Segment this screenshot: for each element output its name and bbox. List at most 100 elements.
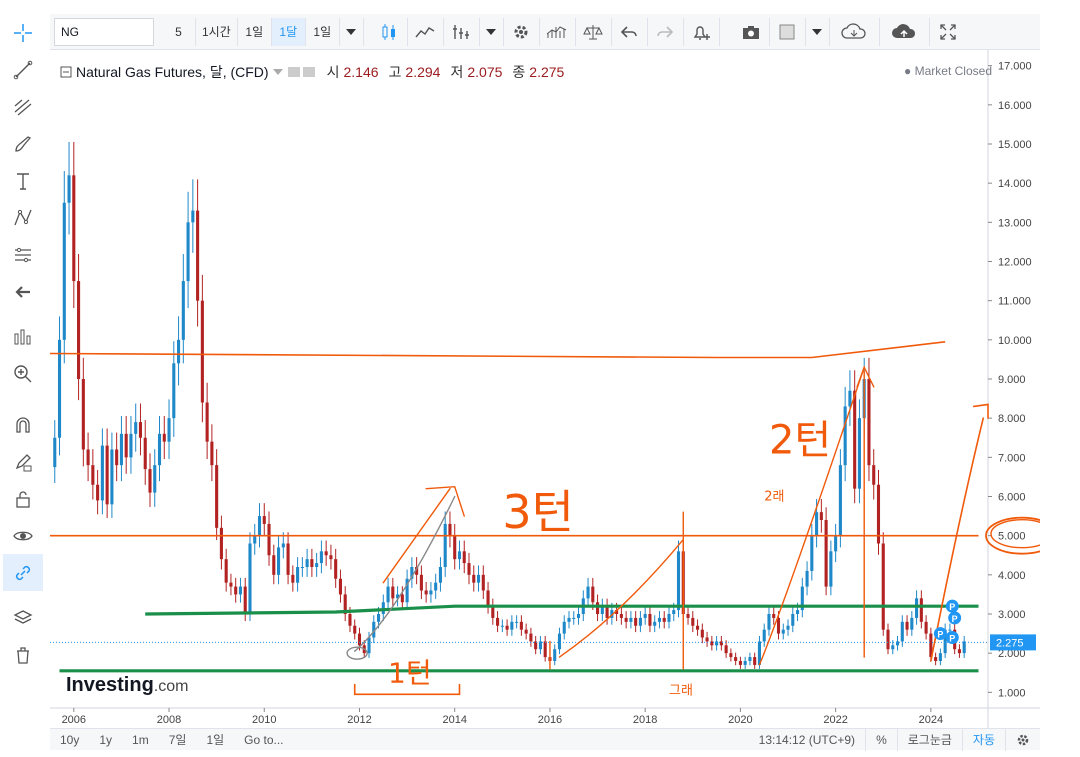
trend-line-icon[interactable] <box>3 51 43 88</box>
range-10y[interactable]: 10y <box>50 729 89 751</box>
crosshair-icon[interactable] <box>3 14 43 51</box>
candle-body <box>510 621 514 630</box>
candle-body <box>105 445 109 505</box>
chevron-down-icon[interactable] <box>806 17 830 46</box>
fullscreen-icon[interactable] <box>930 18 966 46</box>
candle-body <box>562 621 566 634</box>
candle-body <box>319 551 323 564</box>
area-chart-icon[interactable] <box>408 17 444 46</box>
gear-icon[interactable] <box>1005 728 1040 751</box>
cloud-upload-icon[interactable] <box>880 17 930 46</box>
annotation-small-2: 2래 <box>764 489 784 504</box>
bottom-toolbar: 10y 1y 1m 7일 1일 Go to... 13:14:12 (UTC+9… <box>50 728 1040 751</box>
candle-body <box>791 614 795 626</box>
interval-1h[interactable]: 1시간 <box>196 17 238 46</box>
unlock-icon[interactable] <box>3 480 43 517</box>
compare-scale-icon[interactable] <box>576 17 612 46</box>
y-tick-label: 9.000 <box>998 374 1026 386</box>
gear-icon[interactable] <box>504 17 540 46</box>
range-1d[interactable]: 1일 <box>196 729 234 751</box>
candle-body <box>634 617 638 626</box>
chart-area[interactable]: 1.000 2.000 3.000 4.000 5.000 6.000 7.000 8.000… <box>50 50 1040 728</box>
lock-pencil-icon[interactable] <box>3 443 43 480</box>
candle-body <box>724 645 728 654</box>
goto-button[interactable]: Go to... <box>234 729 293 751</box>
event-marker-label: P <box>952 614 958 624</box>
candle-body <box>429 590 433 595</box>
measure-icon[interactable] <box>3 318 43 355</box>
brush-icon[interactable] <box>3 125 43 162</box>
candle-body <box>53 437 57 468</box>
top-toolbar: NG 5 1시간 1일 1달 1일 <box>50 14 1040 50</box>
auto-scale-toggle[interactable]: 자동 <box>961 728 1005 751</box>
candle-body <box>496 617 500 626</box>
candle-body <box>386 586 390 603</box>
candle-body <box>281 543 285 548</box>
candle-body <box>219 527 223 560</box>
cloud-download-icon[interactable] <box>830 17 880 46</box>
collapse-icon[interactable] <box>60 66 72 78</box>
candle-body <box>262 516 266 524</box>
interval-5m[interactable]: 5 <box>162 17 196 46</box>
back-arrow-icon[interactable] <box>3 273 43 310</box>
alert-bell-icon[interactable] <box>684 17 720 46</box>
candle-body <box>315 563 319 567</box>
chevron-down-icon[interactable] <box>480 17 504 46</box>
candle-body <box>748 657 752 661</box>
trash-icon[interactable] <box>3 636 43 673</box>
candle-body <box>815 512 819 536</box>
symbol-input[interactable]: NG <box>54 17 154 46</box>
indicators-icon[interactable] <box>444 17 480 46</box>
candle-body <box>629 617 633 622</box>
interval-1mo[interactable]: 1달 <box>271 17 306 46</box>
event-marker-label: P <box>949 602 955 612</box>
candle-body <box>215 465 219 528</box>
price-chart[interactable]: 1.0002.0003.0004.0005.0006.0007.0008.000… <box>50 50 1040 728</box>
interval-dropdown[interactable]: 1일 <box>306 17 340 46</box>
candle-body <box>729 653 733 658</box>
range-1m[interactable]: 1m <box>122 729 159 751</box>
link-icon[interactable] <box>3 554 43 591</box>
eye-icon[interactable] <box>3 517 43 554</box>
range-1y[interactable]: 1y <box>89 729 122 751</box>
chevron-down-icon[interactable] <box>272 69 283 75</box>
undo-icon[interactable] <box>612 17 648 46</box>
candle-body <box>557 633 562 650</box>
candle-body <box>257 516 262 536</box>
candle-body <box>638 617 642 626</box>
settings-small-icon[interactable] <box>287 66 317 78</box>
layers-icon[interactable] <box>3 599 43 636</box>
y-tick-label: 8.000 <box>998 413 1026 425</box>
candle-body <box>400 594 404 603</box>
x-tick-label: 2016 <box>538 714 562 726</box>
candle-body <box>338 578 342 595</box>
text-tool-icon[interactable] <box>3 162 43 199</box>
pattern-tool-icon[interactable] <box>3 199 43 236</box>
volume-icon[interactable] <box>540 17 576 46</box>
candles-icon[interactable] <box>372 17 408 46</box>
zoom-in-icon[interactable] <box>3 355 43 392</box>
chevron-down-icon[interactable] <box>340 17 364 46</box>
candle-body <box>205 402 209 442</box>
candle-body <box>491 606 495 618</box>
candle-body <box>353 625 357 634</box>
candle-body <box>143 437 147 470</box>
log-scale-toggle[interactable]: 로그눈금 <box>896 728 962 751</box>
candle-body <box>872 465 876 485</box>
prediction-tool-icon[interactable] <box>3 236 43 273</box>
fib-tool-icon[interactable] <box>3 88 43 125</box>
range-7d[interactable]: 7일 <box>159 729 197 751</box>
magnet-icon[interactable] <box>3 406 43 443</box>
x-tick-label: 2008 <box>157 714 181 726</box>
percent-toggle[interactable]: % <box>865 728 897 751</box>
color-box-icon[interactable] <box>770 17 806 46</box>
candle-body <box>624 617 628 622</box>
candle-body <box>476 574 481 583</box>
candle-body <box>781 629 785 634</box>
redo-icon[interactable] <box>648 17 684 46</box>
interval-1d[interactable]: 1일 <box>238 17 272 46</box>
candle-body <box>229 582 233 587</box>
candle-body <box>248 543 252 614</box>
candle-body <box>838 465 842 536</box>
camera-icon[interactable] <box>734 17 770 46</box>
